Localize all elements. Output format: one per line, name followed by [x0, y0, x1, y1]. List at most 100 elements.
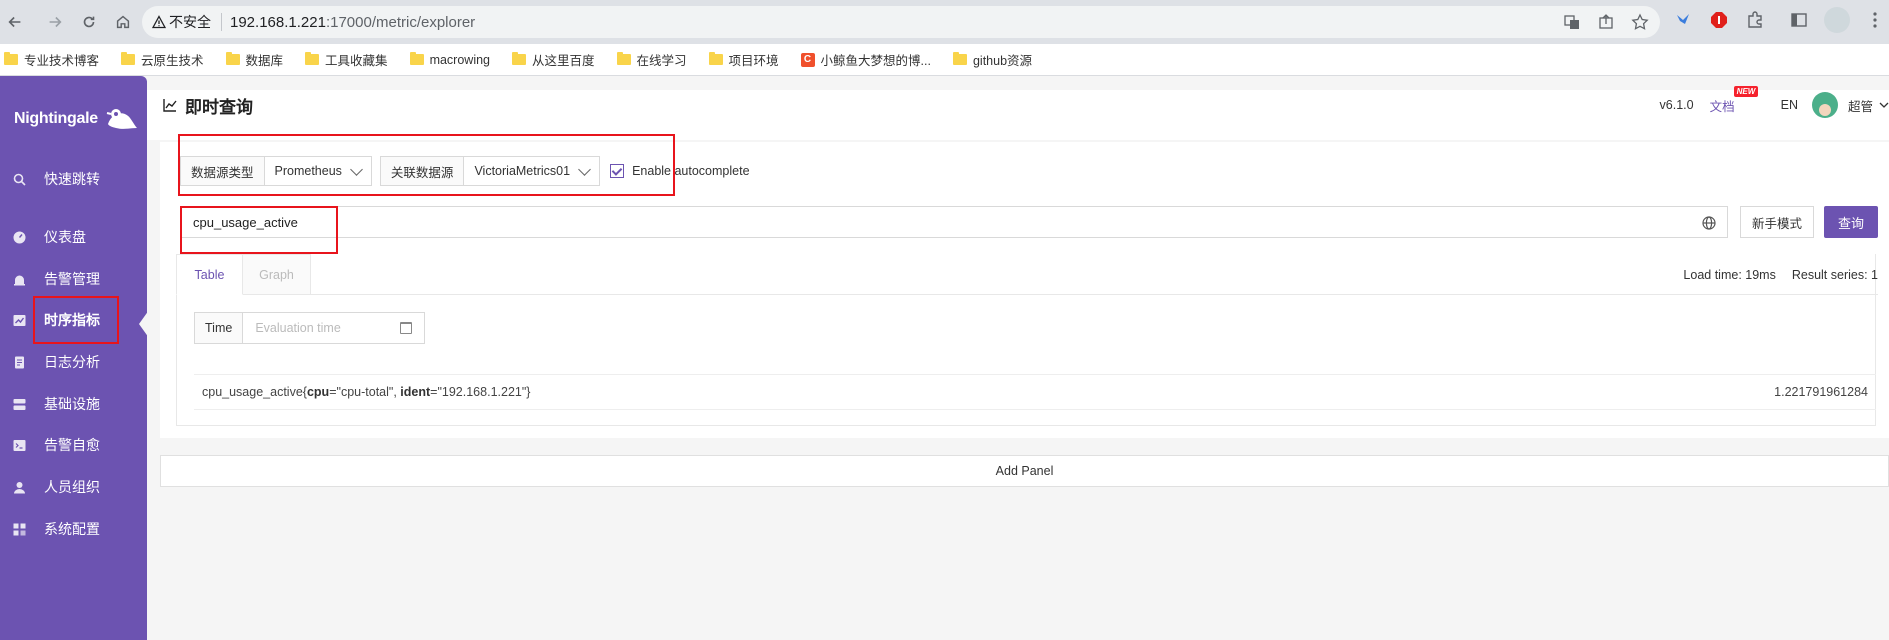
linked-datasource-label: 关联数据源: [379, 156, 465, 186]
query-row: cpu_usage_active 新手模式 查询: [180, 206, 1889, 238]
browser-menu-icon[interactable]: [1864, 9, 1886, 31]
bookmarks-bar: 专业技术博客 云原生技术 数据库 工具收藏集 macrowing 从这里百度 在线学习 项目环…: [0, 44, 1889, 76]
folder-icon: [512, 52, 526, 65]
bookmark-label: 云原生技术: [141, 54, 204, 68]
query-panel: 数据源类型 Prometheus 关联数据源 VictoriaMetrics01…: [160, 142, 1889, 438]
csdn-logo-icon: C: [800, 52, 815, 67]
docs-link[interactable]: 文档 NEW: [1710, 85, 1759, 115]
query-button[interactable]: 查询: [1824, 206, 1878, 238]
address-bar[interactable]: 不安全 192.168.1.221:17000/metric/explorer: [142, 6, 1660, 38]
translate-icon[interactable]: [1562, 12, 1582, 32]
bookmark-item[interactable]: 云原生技术: [121, 50, 204, 69]
home-button[interactable]: [108, 7, 138, 37]
linked-datasource-select[interactable]: VictoriaMetrics01: [464, 156, 601, 186]
side-panel-icon[interactable]: [1788, 9, 1810, 31]
back-button[interactable]: [0, 7, 30, 37]
browser-toolbar: 不安全 192.168.1.221:17000/metric/explorer: [0, 0, 1889, 44]
sidebar-item-label: 告警管理: [44, 271, 100, 287]
datasource-row: 数据源类型 Prometheus 关联数据源 VictoriaMetrics01…: [180, 156, 750, 186]
forward-button[interactable]: [40, 7, 70, 37]
dashboard-icon: [12, 230, 26, 244]
chevron-down-icon: [578, 162, 591, 176]
share-icon[interactable]: [1596, 12, 1616, 32]
profile-avatar[interactable]: [1824, 7, 1850, 33]
bookmark-item[interactable]: 数据库: [225, 50, 284, 69]
sidebar-item-label: 基础设施: [44, 396, 100, 412]
reload-button[interactable]: [74, 7, 104, 37]
folder-icon: [121, 52, 136, 65]
security-indicator[interactable]: 不安全: [152, 13, 222, 31]
chevron-down-icon: [350, 162, 363, 176]
active-menu-notch: [139, 310, 149, 338]
bookmark-label: 专业技术博客: [24, 54, 100, 68]
user-icon: [12, 480, 26, 494]
sidebar-item[interactable]: 人员组织: [0, 472, 147, 502]
bookmark-item[interactable]: macrowing: [409, 52, 490, 67]
user-avatar[interactable]: [1811, 92, 1838, 118]
extensions-puzzle-icon[interactable]: [1744, 9, 1766, 31]
chevron-down-icon[interactable]: [1879, 100, 1889, 110]
sidebar-item-label: 时序指标: [44, 312, 100, 328]
sidebar-item-label: 仪表盘: [44, 229, 86, 245]
bookmark-item[interactable]: 在线学习: [616, 50, 687, 69]
time-picker: Time Evaluation time: [194, 312, 426, 344]
bookmark-label: 小鲸鱼大梦想的博...: [820, 54, 931, 68]
time-label: Time: [194, 312, 244, 344]
bookmark-item[interactable]: 工具收藏集: [305, 50, 388, 69]
version-label: v6.1.0: [1659, 98, 1694, 112]
series-label: cpu_usage_active{cpu="cpu-total", ident=…: [202, 385, 531, 399]
sidebar-item[interactable]: 系统配置: [0, 514, 147, 544]
bookmark-item[interactable]: C 小鲸鱼大梦想的博...: [800, 50, 931, 69]
bookmark-label: 项目环境: [728, 54, 779, 68]
datasource-type-select[interactable]: Prometheus: [264, 156, 372, 186]
table-row: cpu_usage_active{cpu="cpu-total", ident=…: [194, 374, 1876, 410]
bookmark-item[interactable]: 从这里百度: [512, 50, 595, 69]
bookmark-item[interactable]: 专业技术博客: [4, 50, 99, 69]
home-icon: [116, 15, 130, 29]
bookmark-item[interactable]: github资源: [952, 50, 1033, 69]
tab-graph[interactable]: Graph: [243, 254, 311, 295]
sidebar-item[interactable]: 时序指标: [0, 305, 147, 335]
user-name[interactable]: 超管: [1848, 96, 1873, 115]
adblock-icon[interactable]: [1708, 9, 1730, 31]
autocomplete-label[interactable]: Enable autocomplete: [632, 164, 749, 178]
result-tabs: Table Graph Load time: 19ms Result serie…: [176, 254, 1878, 426]
sidebar-item-label: 告警自愈: [44, 437, 100, 453]
folder-icon: [225, 52, 240, 65]
brand[interactable]: Nightingale: [14, 104, 138, 134]
url-text: 192.168.1.221:17000/metric/explorer: [230, 13, 476, 31]
alarm-icon: [12, 272, 26, 286]
bookmark-label: 从这里百度: [532, 54, 595, 68]
folder-icon: [952, 52, 967, 65]
sidebar-item[interactable]: 告警自愈: [0, 430, 147, 460]
arrow-left-icon: [8, 16, 21, 28]
bookmark-star-icon[interactable]: [1630, 12, 1650, 32]
language-switch[interactable]: EN: [1781, 98, 1798, 112]
chart-icon: [12, 313, 26, 327]
sidebar-item[interactable]: 快速跳转: [0, 164, 147, 194]
add-panel-button[interactable]: Add Panel: [160, 455, 1889, 487]
folder-icon: [708, 52, 723, 65]
globe-icon[interactable]: [1701, 215, 1717, 231]
extension-bird-icon[interactable]: [1672, 9, 1694, 31]
bookmark-label: github资源: [972, 54, 1033, 68]
sidebar-item-label: 系统配置: [44, 521, 100, 537]
sidebar-item[interactable]: 告警管理: [0, 264, 147, 294]
reload-icon: [83, 16, 95, 28]
sidebar-item[interactable]: 日志分析: [0, 347, 147, 377]
bookmark-item[interactable]: 项目环境: [708, 50, 779, 69]
bookmark-label: 数据库: [245, 54, 284, 68]
novice-mode-button[interactable]: 新手模式: [1740, 206, 1814, 238]
promql-input[interactable]: cpu_usage_active: [180, 206, 1728, 238]
nightingale-bird-logo-icon: [106, 109, 137, 129]
tab-table[interactable]: Table: [176, 254, 243, 295]
sidebar-item[interactable]: 仪表盘: [0, 222, 147, 252]
sidebar-item[interactable]: 基础设施: [0, 389, 147, 419]
bookmark-label: 工具收藏集: [325, 54, 388, 68]
load-info: Load time: 19ms Result series: 1: [1683, 254, 1878, 295]
load-time: Load time: 19ms: [1683, 267, 1776, 282]
folder-icon: [409, 52, 424, 65]
evaluation-time-input[interactable]: Evaluation time: [243, 312, 426, 344]
autocomplete-checkbox[interactable]: [610, 164, 625, 178]
search-icon: [12, 172, 26, 186]
